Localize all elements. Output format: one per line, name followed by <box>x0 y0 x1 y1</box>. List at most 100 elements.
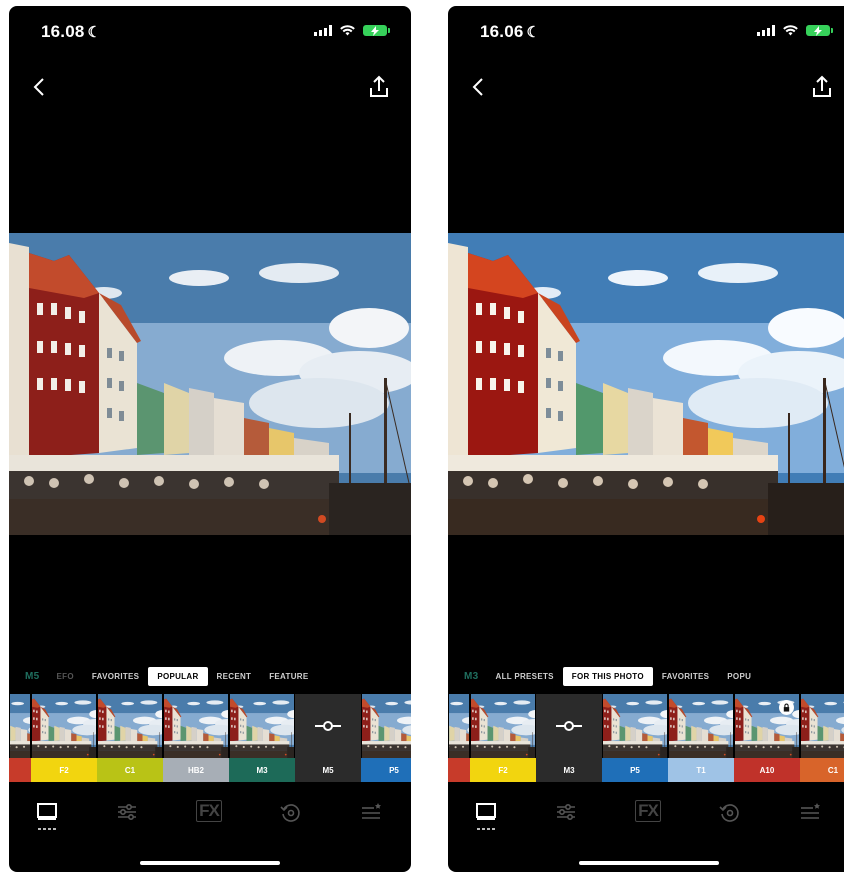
presets-tool-button[interactable] <box>27 793 67 837</box>
back-chevron-icon[interactable] <box>468 72 490 102</box>
preset-thumbnail <box>230 694 294 758</box>
preset-label: F2 <box>31 758 97 782</box>
preset-label: M5 <box>295 758 361 782</box>
preset-tile[interactable]: P5 <box>602 694 668 782</box>
clock: 16.08 <box>41 22 85 41</box>
home-indicator[interactable] <box>579 861 719 865</box>
tab-current-preset[interactable]: M5 <box>9 666 48 687</box>
photo-preview <box>9 233 411 535</box>
signal-icon <box>314 25 332 36</box>
preset-label: C1 <box>97 758 163 782</box>
preset-thumbnail <box>98 694 162 758</box>
status-time: 16.06 ☾ <box>480 22 540 42</box>
status-bar: 16.08 ☾ <box>9 6 411 58</box>
preset-thumbnail <box>801 694 844 758</box>
preset-label <box>9 758 31 782</box>
presets-icon <box>476 803 496 820</box>
tab-current-preset[interactable]: M3 <box>448 666 487 687</box>
phone-screen-left: 16.08 ☾ M5 EFO FAVORITES POPULAR RECENT F… <box>9 6 411 872</box>
bottom-toolbar: FX <box>9 793 411 837</box>
tab-popular[interactable]: POPULAR <box>148 666 208 686</box>
preset-strip: F2 C1 HB2 M3 M5 P5 <box>9 694 411 782</box>
preset-label: M3 <box>536 758 602 782</box>
presets-tool-button[interactable] <box>466 793 506 837</box>
status-icons <box>314 25 390 36</box>
preset-thumbnail <box>296 694 360 758</box>
preset-tile[interactable]: M3 <box>229 694 295 782</box>
home-indicator[interactable] <box>140 861 280 865</box>
preset-thumbnail <box>537 694 601 758</box>
tab-for-this-photo[interactable]: FOR THIS PHOTO <box>562 666 653 686</box>
adjust-tool-button[interactable] <box>107 793 147 837</box>
fx-tool-button[interactable]: FX <box>628 793 668 837</box>
wifi-icon <box>340 25 355 36</box>
adjust-tool-button[interactable] <box>546 793 586 837</box>
recipes-icon <box>362 803 381 819</box>
back-chevron-icon[interactable] <box>29 72 51 102</box>
preset-tabs: M3 ALL PRESETS FOR THIS PHOTO FAVORITES … <box>448 665 844 687</box>
preset-tile[interactable] <box>448 694 470 782</box>
preset-label: C1 <box>800 758 844 782</box>
preset-label: P5 <box>361 758 411 782</box>
preset-label: P5 <box>602 758 668 782</box>
moon-icon: ☾ <box>526 24 541 41</box>
status-bar: 16.06 ☾ <box>448 6 844 58</box>
preset-tile[interactable]: T1 <box>668 694 734 782</box>
preset-tabs: M5 EFO FAVORITES POPULAR RECENT FEATURE <box>9 665 411 687</box>
history-icon <box>719 804 739 822</box>
tab-recent[interactable]: RECENT <box>208 667 261 686</box>
battery-icon <box>363 25 390 36</box>
bottom-toolbar: FX <box>448 793 844 837</box>
history-tool-button[interactable] <box>271 793 311 837</box>
recipes-tool-button[interactable] <box>351 793 391 837</box>
history-tool-button[interactable] <box>710 793 750 837</box>
share-icon[interactable] <box>367 72 391 102</box>
preset-tile[interactable]: HB2 <box>163 694 229 782</box>
fx-tool-button[interactable]: FX <box>189 793 229 837</box>
sliders-icon <box>557 804 575 821</box>
battery-icon <box>806 25 833 36</box>
tab-popular[interactable]: POPU <box>718 667 760 686</box>
lock-icon <box>779 700 794 715</box>
tab-favorites[interactable]: FAVORITES <box>83 667 148 686</box>
preset-thumbnail <box>669 694 733 758</box>
wifi-icon <box>783 25 798 36</box>
sliders-icon <box>118 804 136 821</box>
preset-thumbnail <box>449 694 469 758</box>
preset-strip: F2 M3 P5 T1 A10 C1 <box>448 694 844 782</box>
active-indicator <box>38 828 56 830</box>
preset-tile[interactable]: M3 <box>536 694 602 782</box>
recipes-tool-button[interactable] <box>790 793 830 837</box>
preset-label: HB2 <box>163 758 229 782</box>
preset-label <box>448 758 470 782</box>
preset-tile[interactable] <box>9 694 31 782</box>
status-time: 16.08 ☾ <box>41 22 101 42</box>
preset-tile[interactable]: C1 <box>800 694 844 782</box>
preset-tile[interactable]: P5 <box>361 694 411 782</box>
preset-label: T1 <box>668 758 734 782</box>
preset-tile[interactable]: F2 <box>470 694 536 782</box>
preset-thumbnail <box>603 694 667 758</box>
tab-all-presets[interactable]: ALL PRESETS <box>487 667 563 686</box>
preset-label: A10 <box>734 758 800 782</box>
preset-tile[interactable]: F2 <box>31 694 97 782</box>
share-icon[interactable] <box>810 72 834 102</box>
adjust-strength-icon <box>556 721 582 731</box>
status-icons <box>757 25 833 36</box>
preset-label: M3 <box>229 758 295 782</box>
moon-icon: ☾ <box>87 24 102 41</box>
history-icon <box>280 804 300 822</box>
active-indicator <box>477 828 495 830</box>
preset-thumbnail <box>471 694 535 758</box>
photo-preview <box>448 233 844 535</box>
fx-icon: FX <box>196 800 222 822</box>
preset-tile[interactable]: M5 <box>295 694 361 782</box>
tab-featured[interactable]: FEATURE <box>260 667 317 686</box>
preset-tile[interactable]: A10 <box>734 694 800 782</box>
preset-tile[interactable]: C1 <box>97 694 163 782</box>
tab-favorites[interactable]: FAVORITES <box>653 667 718 686</box>
signal-icon <box>757 25 775 36</box>
preset-thumbnail <box>32 694 96 758</box>
tab-partial[interactable]: EFO <box>48 667 83 686</box>
preset-thumbnail <box>164 694 228 758</box>
